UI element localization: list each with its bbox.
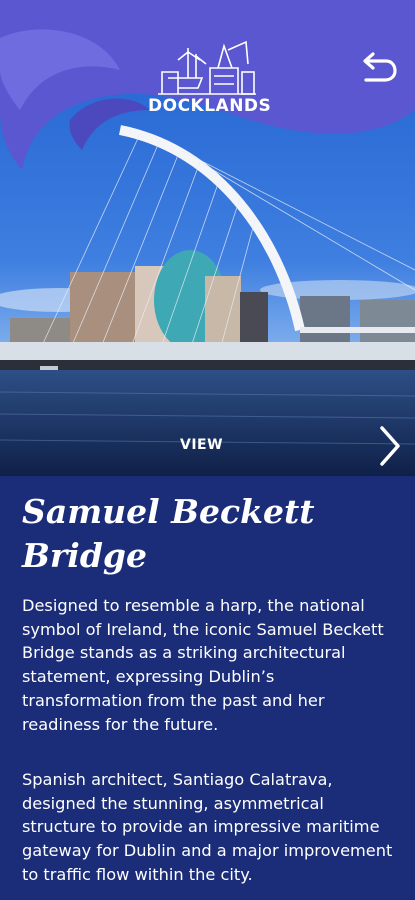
chevron-right-icon	[380, 426, 400, 466]
article-paragraph-2: Spanish architect, Santiago Calatrava, d…	[22, 770, 393, 884]
title-line-2: Bridge	[22, 536, 147, 575]
article-paragraph-1: Designed to resemble a harp, the nationa…	[22, 596, 384, 734]
title-line-1: Samuel Beckett	[22, 492, 315, 531]
view-button[interactable]: VIEW	[180, 437, 223, 453]
logo-text: DOCKLANDS	[148, 96, 272, 116]
docklands-logo: DOCKLANDS	[148, 38, 272, 116]
undo-arrow-icon	[363, 52, 397, 82]
page-title: Samuel Beckett Bridge	[22, 490, 392, 578]
next-image-button[interactable]	[372, 422, 408, 470]
back-button[interactable]	[358, 52, 398, 86]
hero-image: DOCKLANDS VIEW	[0, 0, 415, 476]
